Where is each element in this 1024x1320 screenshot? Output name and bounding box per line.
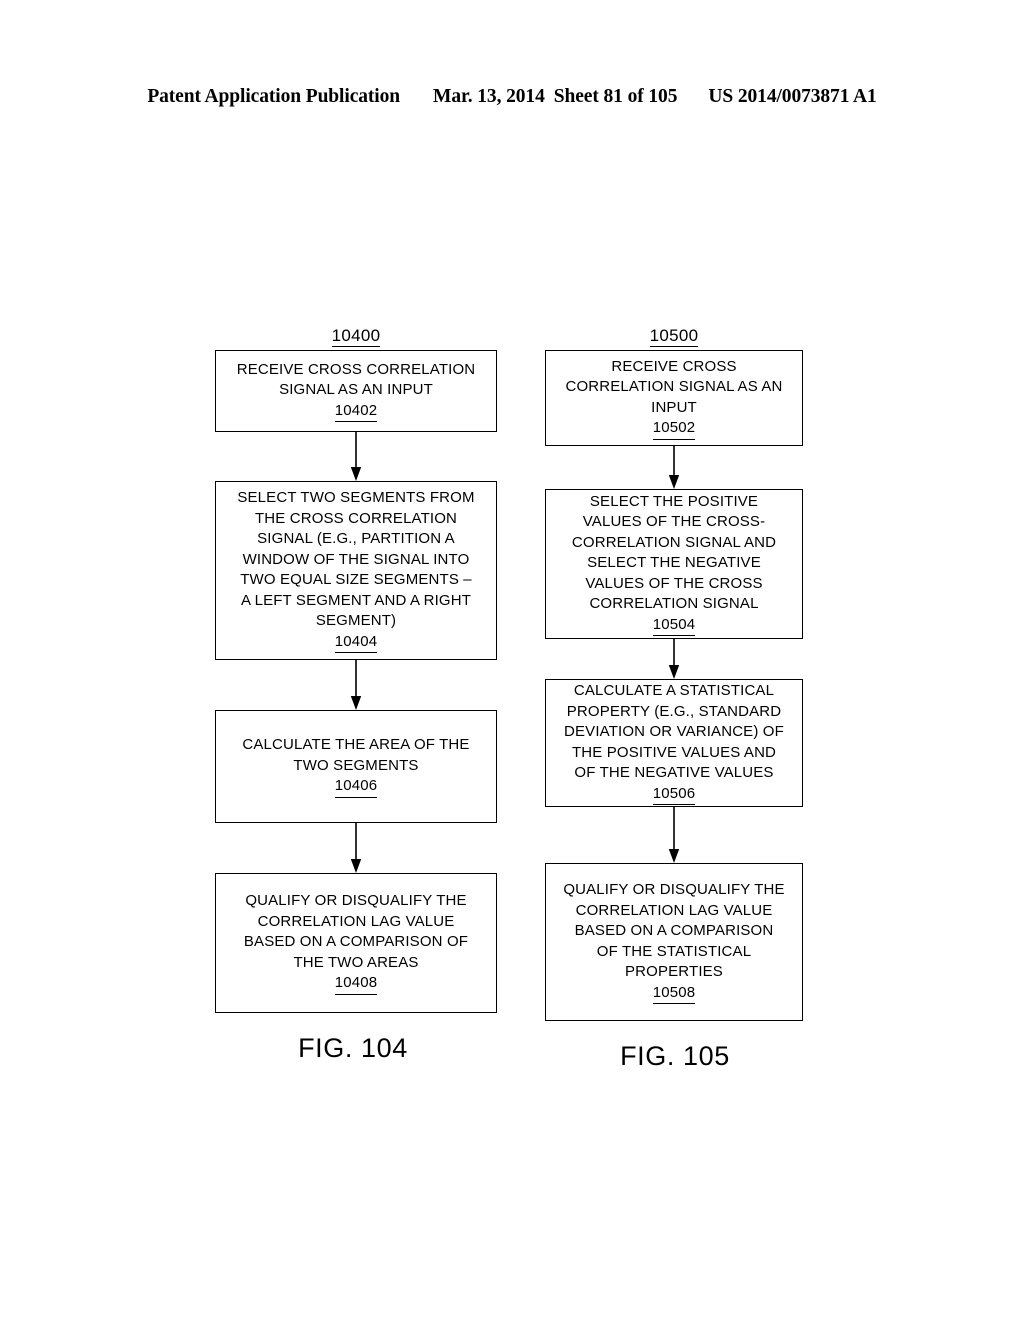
flow-step-text-line: INPUT [651,398,697,416]
flow-step-text-line: PROPERTIES [625,963,723,980]
flow-step-text-line: CORRELATION LAG VALUE [257,912,455,930]
flow-step-reference-number: 10506 [652,784,696,805]
flow-step-text-line: CORRELATION SIGNAL AS AN [565,378,783,395]
flow-arrow-10402-to-10404 [215,432,497,481]
flow-step-text-line: SELECT THE POSITIVE [589,492,759,510]
flow-step-box-10502: RECEIVE CROSS CORRELATION SIGNAL AS AN I… [545,350,803,446]
flow-arrow-10504-to-10506 [545,639,803,679]
flowchart-fig-105: 10500 RECEIVE CROSS CORRELATION SIGNAL A… [545,325,803,1072]
flow-step-text-line: BASED ON A COMPARISON OF [243,933,469,951]
flow-step-reference-number: 10404 [334,632,378,653]
flow-step-text-line: CORRELATION SIGNAL [589,595,759,613]
figure-caption-fig-105: FIG. 105 [620,1041,730,1071]
flow-step-box-10508: QUALIFY OR DISQUALIFY THE CORRELATION LA… [545,863,803,1021]
flow-step-text-line: VALUES OF THE CROSS- [582,513,766,531]
diagram-reference-number: 10400 [331,326,381,347]
flow-step-text-line: TWO SEGMENTS [293,756,419,774]
flow-step-text-line: SIGNAL AS AN INPUT [279,381,433,399]
flow-step-box-10406: CALCULATE THE AREA OF THE TWO SEGMENTS 1… [215,710,497,823]
flow-step-reference-number: 10504 [652,615,696,637]
flow-step-text-line: CORRELATION SIGNAL AND [571,533,777,551]
flow-step-reference-number: 10508 [652,983,696,1004]
flow-step-text-line: THE POSITIVE VALUES AND [571,743,777,761]
flow-step-reference-number: 10502 [652,418,696,440]
flow-step-text-line: DEVIATION OR VARIANCE) OF [564,723,784,740]
flow-step-text-line: BASED ON A COMPARISON [574,922,774,939]
diagram-reference-label-10500: 10500 [545,325,803,347]
flow-step-text-line: SEGMENT) [315,612,397,629]
flow-step-box-10504: SELECT THE POSITIVE VALUES OF THE CROSS-… [545,489,803,639]
flow-step-box-10402: RECEIVE CROSS CORRELATION SIGNAL AS AN I… [215,350,497,432]
flow-step-box-10404: SELECT TWO SEGMENTS FROM THE CROSS CORRE… [215,481,497,660]
flow-step-text-line: SELECT TWO SEGMENTS FROM [237,489,475,506]
flow-step-text-line: PROPERTY (E.G., STANDARD [566,702,782,720]
flow-step-text-line: QUALIFY OR DISQUALIFY THE [245,892,467,910]
figure-area: 10400 RECEIVE CROSS CORRELATION SIGNAL A… [0,0,1024,1320]
flow-step-text-line: RECEIVE CROSS CORRELATION [236,360,476,378]
flow-step-reference-number: 10408 [334,973,378,995]
flow-step-text-line: OF THE NEGATIVE VALUES [574,764,774,781]
flow-step-text-line: CORRELATION LAG VALUE [575,901,773,919]
flow-arrow-10404-to-10406 [215,660,497,710]
flow-step-text-line: THE CROSS CORRELATION [254,509,458,527]
flow-step-text-line: SELECT THE NEGATIVE [587,554,761,572]
flow-step-text-line: SIGNAL (E.G., PARTITION A [257,530,455,547]
diagram-reference-number: 10500 [649,326,699,347]
flow-step-text-line: QUALIFY OR DISQUALIFY THE [563,881,785,898]
flow-step-reference-number: 10402 [334,401,378,423]
flow-step-text-line: CALCULATE THE AREA OF THE [242,736,470,754]
diagram-reference-label-10400: 10400 [215,325,497,347]
flow-arrow-10506-to-10508 [545,807,803,863]
flow-step-box-10408: QUALIFY OR DISQUALIFY THE CORRELATION LA… [215,873,497,1013]
flow-step-text-line: TWO EQUAL SIZE SEGMENTS – [240,571,472,588]
flow-step-text-line: WINDOW OF THE SIGNAL INTO [242,550,470,568]
flow-step-text-line: VALUES OF THE CROSS [585,574,763,592]
flowchart-fig-104: 10400 RECEIVE CROSS CORRELATION SIGNAL A… [215,325,497,1064]
flow-step-box-10506: CALCULATE A STATISTICAL PROPERTY (E.G., … [545,679,803,807]
flow-step-text-line: A LEFT SEGMENT AND A RIGHT [240,591,472,609]
flow-arrow-10406-to-10408 [215,823,497,873]
flow-step-text-line: OF THE STATISTICAL [596,942,752,960]
flow-step-text-line: CALCULATE A STATISTICAL [573,682,775,699]
figure-caption-fig-104: FIG. 104 [298,1033,408,1063]
flow-step-text-line: THE TWO AREAS [293,953,419,971]
flow-step-reference-number: 10406 [334,776,378,798]
flow-arrow-10502-to-10504 [545,446,803,489]
flow-step-text-line: RECEIVE CROSS [611,357,737,375]
